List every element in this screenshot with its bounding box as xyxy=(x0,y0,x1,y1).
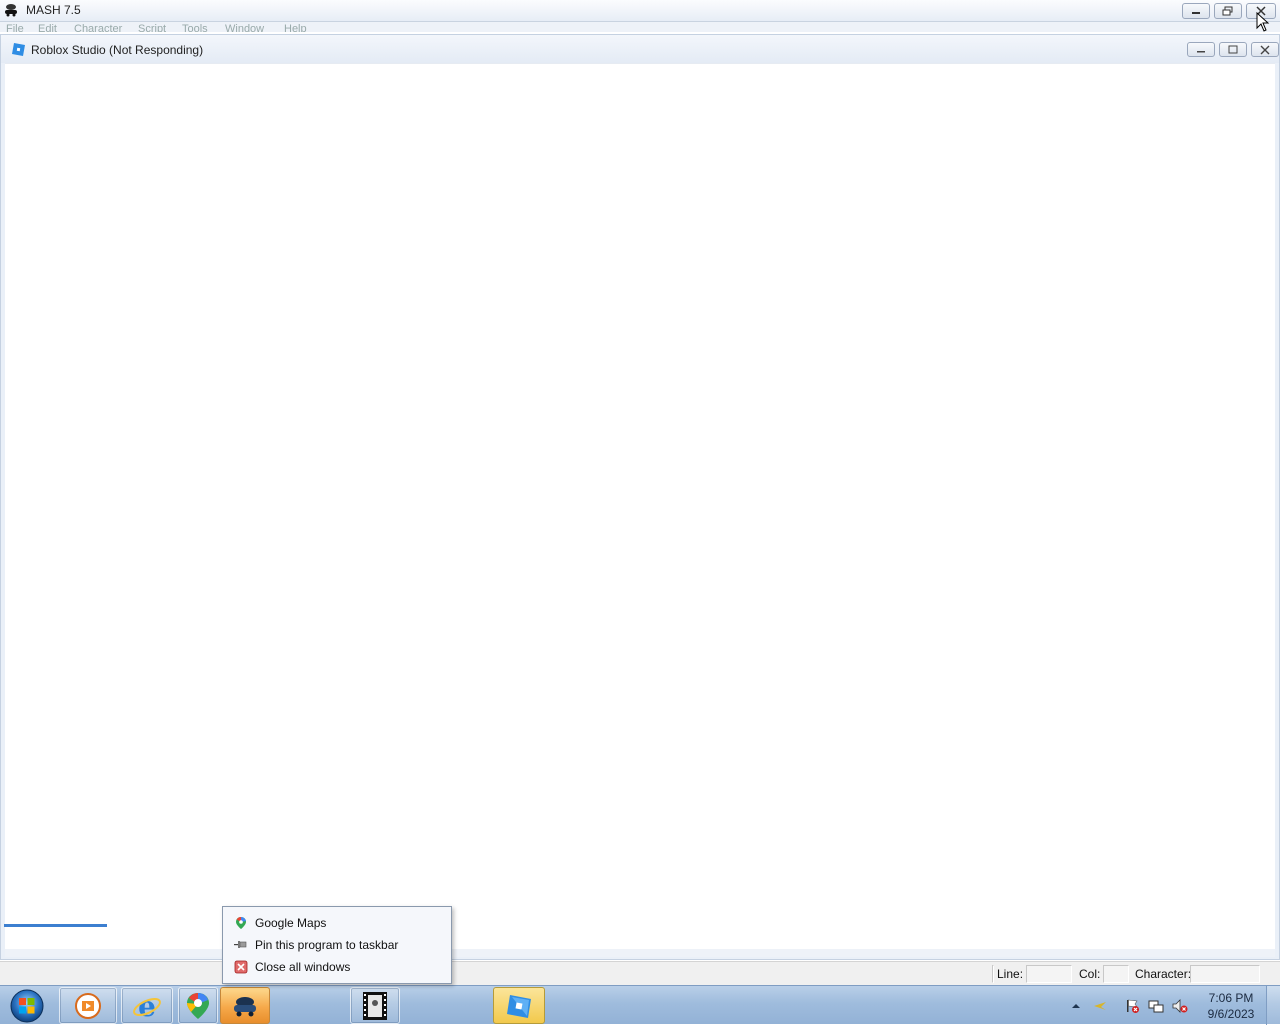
film-strip-icon xyxy=(363,991,387,1020)
windows-start-icon xyxy=(10,989,44,1023)
roblox-studio-title: Roblox Studio (Not Responding) xyxy=(31,43,204,57)
status-col-label: Col: xyxy=(1079,967,1101,981)
taskbar-internet-explorer[interactable]: e xyxy=(121,987,173,1024)
close-windows-icon xyxy=(234,960,248,974)
roblox-studio-window: Roblox Studio (Not Responding) xyxy=(0,34,1280,960)
jumplist-item-pin[interactable]: Pin this program to taskbar xyxy=(224,934,450,956)
menu-window[interactable]: Window xyxy=(225,23,264,32)
media-player-icon xyxy=(75,992,101,1019)
start-button[interactable] xyxy=(3,987,45,1024)
mash-statusbar: Line: Col: Character: xyxy=(0,961,1280,985)
mouse-cursor-icon xyxy=(1256,12,1270,32)
svg-text:e: e xyxy=(138,991,156,1021)
jumplist-item-google-maps[interactable]: Google Maps xyxy=(224,912,450,934)
maximize-icon xyxy=(1228,45,1238,54)
mash-menubar: File Edit Character Script Tools Window … xyxy=(0,22,1280,32)
roblox-close-button[interactable] xyxy=(1251,42,1279,57)
system-clock[interactable]: 7:06 PM 9/6/2023 xyxy=(1196,990,1266,1022)
mash-titlebar[interactable]: MASH 7.5 xyxy=(0,0,1280,22)
tray-app-icon[interactable] xyxy=(1092,998,1108,1014)
minimize-icon xyxy=(1197,50,1205,52)
menu-script[interactable]: Script xyxy=(138,23,166,32)
roblox-minimize-button[interactable] xyxy=(1187,42,1215,57)
google-maps-icon xyxy=(236,917,246,929)
close-icon xyxy=(1260,45,1270,54)
taskbar-roblox-studio[interactable] xyxy=(493,987,545,1024)
status-col-value xyxy=(1103,965,1129,983)
network-icon[interactable] xyxy=(1148,998,1164,1014)
menu-edit[interactable]: Edit xyxy=(38,23,57,32)
volume-muted-icon[interactable] xyxy=(1172,998,1188,1014)
show-hidden-icons-icon[interactable] xyxy=(1070,998,1082,1014)
pin-icon xyxy=(234,941,247,948)
roblox-studio-bottom-border xyxy=(5,949,1275,957)
menu-help[interactable]: Help xyxy=(284,23,307,32)
roblox-studio-content-area[interactable] xyxy=(5,63,1275,949)
taskbar-mash[interactable] xyxy=(220,987,270,1024)
roblox-maximize-button[interactable] xyxy=(1219,42,1247,57)
roblox-studio-icon xyxy=(507,994,531,1018)
roblox-studio-icon xyxy=(12,43,25,56)
restore-icon xyxy=(1222,6,1233,16)
minimize-icon xyxy=(1192,12,1200,14)
menu-file[interactable]: File xyxy=(6,23,24,32)
mash-app-icon xyxy=(5,4,17,17)
roblox-studio-titlebar[interactable]: Roblox Studio (Not Responding) xyxy=(1,35,1279,63)
status-line-label: Line: xyxy=(997,967,1024,981)
show-desktop-button[interactable] xyxy=(1266,986,1280,1025)
jumplist-label: Google Maps xyxy=(255,916,327,930)
clock-time: 7:06 PM xyxy=(1208,991,1254,1005)
mash-icon xyxy=(234,996,256,1016)
taskbar-google-maps[interactable] xyxy=(178,987,218,1024)
taskbar-film-app[interactable] xyxy=(350,987,400,1024)
status-character-value xyxy=(1190,965,1260,983)
action-center-flag-icon[interactable] xyxy=(1124,998,1140,1014)
taskbar-jumplist: Google Maps Pin this program to taskbar … xyxy=(222,906,452,984)
taskbar-media-player[interactable] xyxy=(59,987,117,1024)
status-line-value xyxy=(1026,965,1072,983)
status-character-label: Character: xyxy=(1135,967,1192,981)
google-maps-icon xyxy=(187,992,209,1019)
mash-window-title: MASH 7.5 xyxy=(26,3,81,17)
internet-explorer-icon: e xyxy=(133,991,161,1021)
jumplist-item-close-all[interactable]: Close all windows xyxy=(224,956,450,978)
menu-character[interactable]: Character xyxy=(74,23,122,32)
mash-minimize-button[interactable] xyxy=(1182,3,1210,19)
jumplist-label: Close all windows xyxy=(255,960,351,974)
clock-date: 9/6/2023 xyxy=(1207,1007,1255,1021)
taskbar: e 7:06 PM 9/6/2023 xyxy=(0,985,1280,1025)
jumplist-label: Pin this program to taskbar xyxy=(255,938,399,952)
mash-restore-button[interactable] xyxy=(1214,3,1242,19)
menu-tools[interactable]: Tools xyxy=(182,23,208,32)
progress-indicator xyxy=(4,924,107,927)
